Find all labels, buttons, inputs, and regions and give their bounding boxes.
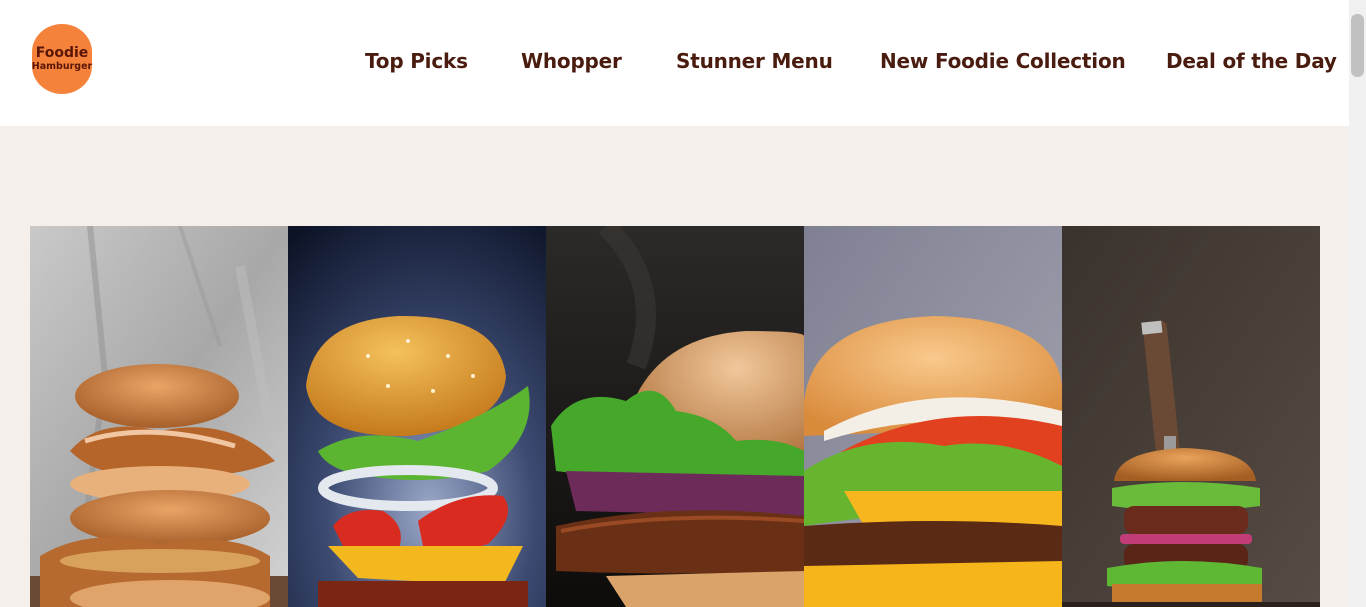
- page-scrollbar[interactable]: [1349, 0, 1366, 607]
- stacked-chicken-burger-photo[interactable]: [30, 226, 288, 607]
- burger-gallery: [30, 226, 1320, 607]
- nav-deal-of-the-day[interactable]: Deal of the Day: [1166, 49, 1337, 73]
- brand-logo-line2: Hamburger: [31, 61, 93, 72]
- site-header: Foodie Hamburger Top Picks Whopper Stunn…: [0, 0, 1349, 126]
- burger-with-knife-photo[interactable]: [1062, 226, 1320, 607]
- nav-stunner-menu[interactable]: Stunner Menu: [676, 49, 833, 73]
- cheeseburger-photo[interactable]: [804, 226, 1062, 607]
- nav-whopper[interactable]: Whopper: [521, 49, 622, 73]
- scrollbar-thumb[interactable]: [1351, 14, 1364, 77]
- closeup-burger-photo[interactable]: [546, 226, 804, 607]
- brand-logo[interactable]: Foodie Hamburger: [32, 24, 92, 94]
- floating-burger-photo[interactable]: [288, 226, 546, 607]
- brand-logo-line1: Foodie: [35, 45, 89, 61]
- nav-new-foodie-collection[interactable]: New Foodie Collection: [880, 49, 1126, 73]
- nav-top-picks[interactable]: Top Picks: [365, 49, 468, 73]
